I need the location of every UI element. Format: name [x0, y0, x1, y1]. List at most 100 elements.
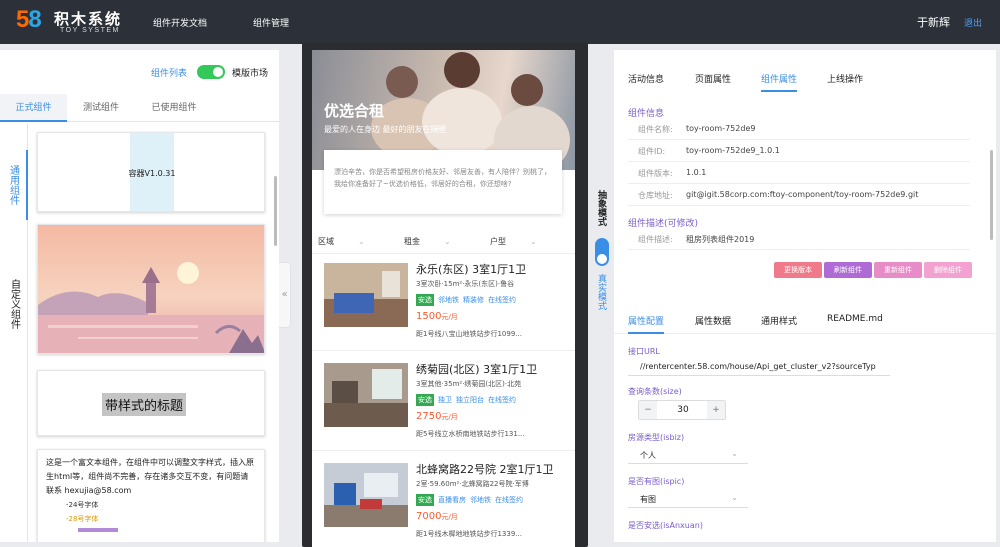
info-row-version: 组件版本: 1.0.1 [628, 162, 970, 184]
tab-launch[interactable]: 上线操作 [827, 72, 863, 85]
listing-item[interactable]: 北蜂窝路22号院 2室1厅1卫 2室·59.60m²·北蜂窝路22号院·军博 安… [312, 455, 575, 547]
price-value: 2750 [416, 411, 442, 422]
listing-price: 1500元/月 [416, 311, 458, 322]
filter-area[interactable]: 区域 [318, 236, 365, 247]
right-scrollbar[interactable] [990, 150, 993, 240]
listing-title: 绣菊园(北区) 3室1厅1卫 [416, 363, 538, 376]
listing-price: 2750元/月 [416, 411, 458, 422]
font-size-28-sample: -28号字体 [66, 515, 99, 523]
house-type-label: 房源类型(isbiz) [628, 433, 685, 442]
config-tabs: 属性配置 属性数据 通用样式 README.md [614, 312, 996, 334]
has-picture-value: 有图 [640, 495, 656, 504]
category-tabs: 通用组件 自定义组件 [0, 124, 28, 542]
tab-used[interactable]: 已使用组件 [135, 94, 213, 122]
rich-text-card[interactable]: 这是一个富文本组件，在组件中可以调整文字样式，插入原生html等，组件尚不完善，… [37, 449, 265, 542]
tab-testing[interactable]: 测试组件 [67, 94, 135, 122]
tag-anxuan: 安选 [416, 394, 434, 406]
tab-common-style[interactable]: 通用样式 [761, 314, 797, 327]
abstract-mode-label: 抽象模式 [596, 190, 606, 226]
house-type-value: 个人 [640, 451, 656, 460]
collapse-left-panel-button[interactable]: « [279, 262, 291, 328]
reset-component-button[interactable]: 重新组件 [874, 262, 922, 278]
house-type-select[interactable]: 个人 ⌄ [628, 446, 748, 464]
tab-common-components[interactable]: 通用组件 [0, 150, 28, 220]
listing-transit: 距1号线八宝山地铁站步行1099... [416, 330, 522, 338]
tab-official[interactable]: 正式组件 [0, 94, 67, 122]
hero-title: 优选合租 [324, 102, 385, 120]
api-url-input[interactable]: //rentercenter.58.com/house/Api_get_clus… [628, 358, 890, 376]
change-version-button[interactable]: 更换版本 [774, 262, 822, 278]
desc-row[interactable]: 组件描述: 租房列表组件2019 [628, 228, 970, 250]
tab-readme[interactable]: README.md [827, 314, 883, 324]
filter-rent[interactable]: 租金 [404, 236, 451, 247]
user-name: 于新辉 [917, 16, 950, 29]
listing-info: 3室次卧·15m²·永乐(东区)·鲁谷 [416, 280, 515, 288]
info-row-repo: 仓库地址: git@igit.58corp.com:ftoy-component/… [628, 184, 970, 206]
property-tabs: 活动信息 页面属性 组件属性 上线操作 [614, 68, 996, 94]
listing-transit: 距5号线立水桥南地铁站步行131... [416, 430, 525, 438]
delete-component-button[interactable]: 删除组件 [924, 262, 972, 278]
refresh-component-button[interactable]: 刷新组件 [824, 262, 872, 278]
listing-price: 7000元/月 [416, 511, 458, 522]
chevron-down-icon: ⌄ [731, 449, 738, 458]
is-anxuan-label: 是否安选(isAnxuan) [628, 521, 703, 530]
listing-item[interactable]: 绣菊园(北区) 3室1厅1卫 3室其他·35m²·绣菊园(北区)·北苑 安选 独卫… [312, 355, 575, 451]
logout-link[interactable]: 退出 [964, 16, 982, 29]
listing-info: 2室·59.60m²·北蜂窝路22号院·军博 [416, 480, 529, 488]
price-value: 7000 [416, 511, 442, 522]
nav-component-manage[interactable]: 组件管理 [253, 16, 289, 29]
mode-toggle[interactable] [595, 238, 609, 266]
tab-prop-config[interactable]: 属性配置 [628, 314, 665, 334]
has-picture-label: 是否有图(ispic) [628, 477, 685, 486]
property-panel: 活动信息 页面属性 组件属性 上线操作 组件信息 组件名称: toy-room-7… [614, 50, 996, 542]
api-url-value: //rentercenter.58.com/house/Api_get_clus… [640, 362, 876, 371]
mode-switch: 抽象模式 真实模式 [591, 190, 611, 320]
price-unit: 元/月 [441, 313, 458, 321]
listing-item[interactable]: 永乐(东区) 3室1厅1卫 3室次卧·15m²·永乐(东区)·鲁谷 安选 邻地铁精… [312, 255, 575, 351]
increment-button[interactable]: + [707, 401, 725, 419]
filter-layout[interactable]: 户型 [490, 236, 537, 247]
chevron-down-icon: ⌄ [731, 493, 738, 502]
tag-anxuan: 安选 [416, 294, 434, 306]
listing-tag: 独卫 [438, 396, 452, 404]
left-scrollbar[interactable] [274, 176, 277, 246]
query-size-stepper[interactable]: − 30 + [638, 400, 726, 420]
listing-title: 北蜂窝路22号院 2室1厅1卫 [416, 463, 554, 476]
logo-digit-5: 5 [16, 6, 29, 33]
api-url-label: 接口URL [628, 347, 660, 356]
price-unit: 元/月 [441, 513, 458, 521]
tab-custom-components[interactable]: 自定义组件 [0, 254, 28, 354]
filter-bar: 区域 租金 户型 [312, 230, 575, 254]
nav-dev-docs[interactable]: 组件开发文档 [153, 16, 207, 29]
desc-value: 租房列表组件2019 [686, 235, 755, 244]
sunset-landscape-image [38, 225, 264, 353]
info-value: toy-room-752de9 [686, 124, 756, 133]
tab-component-props[interactable]: 组件属性 [761, 72, 798, 92]
image-component-card[interactable] [37, 224, 265, 354]
container-component-card[interactable]: 容器V1.0.31 [37, 132, 265, 212]
decrement-button[interactable]: − [639, 401, 657, 419]
component-library-panel: 组件列表 模版市场 正式组件 测试组件 已使用组件 通用组件 自定义组件 容器V… [0, 50, 279, 542]
query-size-value[interactable]: 30 [657, 401, 709, 419]
hero-subtitle: 最爱的人在身边 最好的朋友在隔壁 [324, 125, 447, 134]
quote-box: 漂泊辛苦，你是否希望租房价格友好、邻居友善，有人陪伴？别桃了，我给你准备好了~优… [324, 150, 562, 214]
info-key: 组件ID: [638, 147, 666, 156]
price-unit: 元/月 [441, 413, 458, 421]
query-size-label: 查询条数(size) [628, 387, 682, 396]
tab-page-props[interactable]: 页面属性 [695, 72, 731, 85]
listing-title: 永乐(东区) 3室1厅1卫 [416, 263, 527, 276]
styled-title-card[interactable]: 带样式的标题 [37, 370, 265, 436]
listing-tag: 精装修 [463, 296, 484, 304]
tab-activity-info[interactable]: 活动信息 [628, 72, 664, 85]
desc-key: 组件描述: [638, 235, 673, 244]
real-mode-label: 真实模式 [596, 274, 606, 310]
listing-photo [324, 363, 408, 427]
brand-name: 积木系统 [54, 10, 123, 28]
tab-prop-data[interactable]: 属性数据 [695, 314, 731, 327]
container-label: 容器V1.0.31 [128, 169, 176, 178]
listing-tag: 在线签约 [488, 296, 516, 304]
has-picture-select[interactable]: 有图 ⌄ [628, 490, 748, 508]
listing-photo [324, 463, 408, 527]
listing-tag: 邻地铁 [470, 496, 491, 504]
list-market-toggle[interactable] [197, 65, 225, 79]
